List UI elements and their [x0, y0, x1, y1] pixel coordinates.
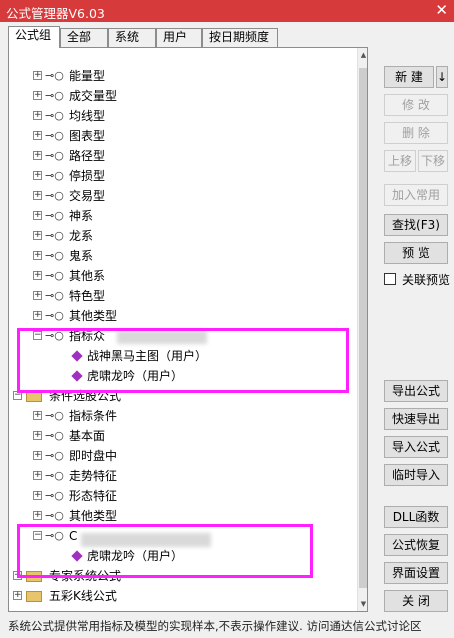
delete-button[interactable]: 删 除: [384, 122, 448, 144]
group-node-icon: ⊸○: [45, 449, 64, 462]
import-button[interactable]: 导入公式: [384, 436, 448, 458]
move-down-button[interactable]: 下移: [418, 150, 448, 172]
group-node-icon: ⊸○: [45, 429, 64, 442]
add-common-button[interactable]: 加入常用: [384, 184, 448, 206]
tree-item-label: 特色型: [69, 289, 106, 303]
group-node-icon: ⊸○: [45, 209, 64, 222]
tree-item-label: 其他类型: [69, 509, 118, 523]
scroll-up-arrow-icon[interactable]: ▲: [358, 48, 367, 62]
highlight-box: [17, 328, 349, 393]
tree-item-label: 龙系: [69, 229, 94, 243]
expand-icon[interactable]: +: [33, 311, 42, 320]
temp-import-button[interactable]: 临时导入: [384, 464, 448, 486]
tree-item-label: 路径型: [69, 149, 106, 163]
expand-icon[interactable]: +: [33, 231, 42, 240]
group-node-icon: ⊸○: [45, 169, 64, 182]
status-bar: 系统公式提供常用指标及模型的实现样本,不表示操作建议. 访问通达信公式讨论区: [8, 619, 422, 633]
group-node-icon: ⊸○: [45, 89, 64, 102]
expand-icon[interactable]: +: [33, 191, 42, 200]
group-node-icon: ⊸○: [45, 249, 64, 262]
tab-user[interactable]: 用户: [156, 28, 202, 47]
link-preview-checkbox[interactable]: [384, 273, 396, 285]
group-node-icon: ⊸○: [45, 269, 64, 282]
expand-icon[interactable]: +: [33, 71, 42, 80]
group-node-icon: ⊸○: [45, 109, 64, 122]
tree-item-label: 能量型: [69, 69, 106, 83]
tree-item-label: 鬼系: [69, 249, 94, 263]
move-up-button[interactable]: 上移: [384, 150, 416, 172]
tab-system[interactable]: 系统: [108, 28, 156, 47]
expand-icon[interactable]: +: [33, 111, 42, 120]
group-node-icon: ⊸○: [45, 69, 64, 82]
formula-tree[interactable]: + ⊸○ 能量型 + ⊸○ 成交量型 + ⊸○ 均线型 + ⊸○ 图表型 + ⊸○ 路径型 + ⊸○ 停损型 + ⊸○…: [8, 47, 368, 612]
ui-settings-button[interactable]: 界面设置: [384, 562, 448, 584]
folder-icon: [26, 591, 42, 602]
dll-functions-button[interactable]: DLL函数: [384, 506, 448, 528]
find-button[interactable]: 查找(F3): [384, 214, 448, 236]
scroll-down-arrow-icon[interactable]: ▼: [358, 597, 367, 611]
expand-icon[interactable]: +: [33, 271, 42, 280]
group-node-icon: ⊸○: [45, 189, 64, 202]
close-icon[interactable]: ✕: [435, 1, 448, 19]
tree-item-label: 停损型: [69, 169, 106, 183]
window-title: 公式管理器V6.03: [6, 6, 105, 21]
tree-item-label: 走势特征: [69, 469, 118, 483]
expand-icon[interactable]: +: [33, 431, 42, 440]
tree-item-label: 指标条件: [69, 409, 118, 423]
expand-icon[interactable]: +: [33, 211, 42, 220]
tree-item-label: 图表型: [69, 129, 106, 143]
tree-item-label: 其他类型: [69, 309, 118, 323]
group-node-icon: ⊸○: [45, 229, 64, 242]
export-button[interactable]: 导出公式: [384, 380, 448, 402]
expand-icon[interactable]: +: [33, 251, 42, 260]
close-button[interactable]: 关 闭: [384, 590, 448, 612]
tab-formula-group[interactable]: 公式组: [8, 26, 60, 48]
tree-item-label: 基本面: [69, 429, 106, 443]
expand-icon[interactable]: +: [33, 411, 42, 420]
tab-all[interactable]: 全部: [60, 28, 108, 47]
preview-button[interactable]: 预 览: [384, 242, 448, 264]
quick-export-button[interactable]: 快速导出: [384, 408, 448, 430]
tab-by-date[interactable]: 按日期频度: [202, 28, 278, 47]
tree-item-label: 交易型: [69, 189, 106, 203]
link-preview-label: 关联预览: [402, 273, 451, 287]
highlight-box: [17, 524, 313, 578]
group-node-icon: ⊸○: [45, 469, 64, 482]
tree-item-label: 其他系: [69, 269, 106, 283]
group-node-icon: ⊸○: [45, 309, 64, 322]
expand-icon[interactable]: +: [33, 171, 42, 180]
tree-item-label: 即时盘中: [69, 449, 118, 463]
new-button[interactable]: 新 建: [384, 66, 434, 88]
expand-icon[interactable]: +: [33, 451, 42, 460]
tree-item-label: 成交量型: [69, 89, 118, 103]
modify-button[interactable]: 修 改: [384, 94, 448, 116]
group-node-icon: ⊸○: [45, 509, 64, 522]
expand-icon[interactable]: +: [13, 591, 22, 600]
expand-icon[interactable]: +: [33, 291, 42, 300]
new-dropdown-arrow-icon[interactable]: ↓: [436, 66, 448, 88]
tree-scrollbar[interactable]: ▲ ▼: [357, 48, 367, 611]
group-node-icon: ⊸○: [45, 289, 64, 302]
restore-button[interactable]: 公式恢复: [384, 534, 448, 556]
tree-item-label: 神系: [69, 209, 94, 223]
expand-icon[interactable]: +: [33, 471, 42, 480]
expand-icon[interactable]: +: [33, 511, 42, 520]
group-node-icon: ⊸○: [45, 129, 64, 142]
expand-icon[interactable]: +: [33, 491, 42, 500]
expand-icon[interactable]: +: [33, 131, 42, 140]
group-node-icon: ⊸○: [45, 489, 64, 502]
group-node-icon: ⊸○: [45, 409, 64, 422]
tree-item-label: 形态特征: [69, 489, 118, 503]
scroll-thumb[interactable]: [359, 68, 367, 588]
tree-item-label: 五彩K线公式: [49, 589, 117, 603]
group-node-icon: ⊸○: [45, 149, 64, 162]
expand-icon[interactable]: +: [33, 151, 42, 160]
title-bar: 公式管理器V6.03 ✕: [0, 0, 454, 22]
expand-icon[interactable]: +: [33, 91, 42, 100]
tree-item-label: 均线型: [69, 109, 106, 123]
